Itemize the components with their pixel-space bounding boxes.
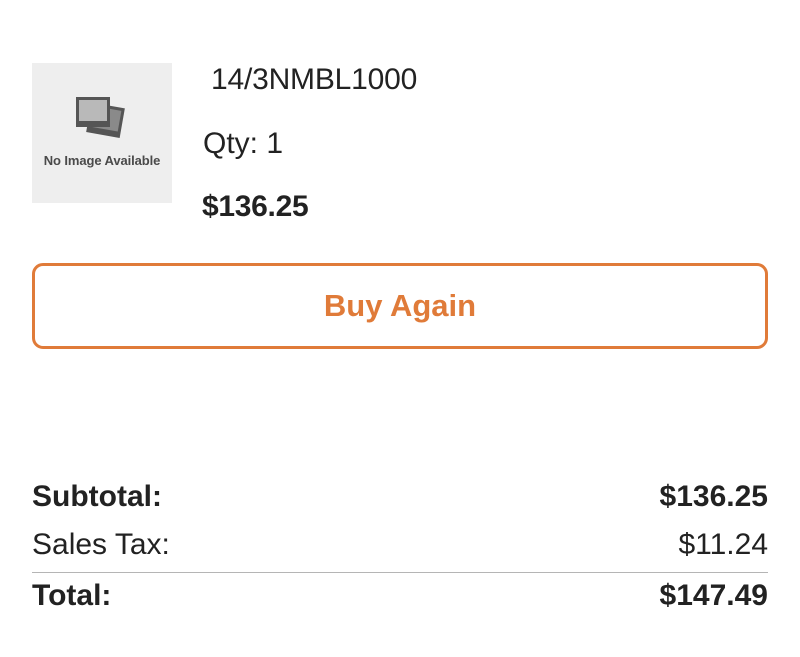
photo-stack-icon [76, 97, 125, 138]
no-image-label: No Image Available [43, 153, 161, 168]
buy-again-button[interactable]: Buy Again [32, 263, 768, 349]
order-summary: Subtotal: $136.25 Sales Tax: $11.24 Tota… [32, 480, 768, 625]
product-name[interactable]: 14/3NMBL1000 [211, 63, 417, 97]
product-image-placeholder: No Image Available [32, 63, 172, 203]
product-price: $136.25 [202, 190, 309, 223]
total-value: $147.49 [659, 579, 768, 612]
total-row: Total: $147.49 [32, 573, 768, 625]
sales-tax-label: Sales Tax: [32, 528, 170, 561]
subtotal-value: $136.25 [659, 480, 768, 513]
order-item-page: No Image Available 14/3NMBL1000 Qty: 1 $… [0, 0, 800, 657]
product-quantity: Qty: 1 [203, 127, 284, 160]
total-label: Total: [32, 579, 112, 612]
subtotal-label: Subtotal: [32, 480, 162, 513]
sales-tax-row: Sales Tax: $11.24 [32, 528, 768, 572]
subtotal-row: Subtotal: $136.25 [32, 480, 768, 528]
sales-tax-value: $11.24 [678, 528, 768, 561]
